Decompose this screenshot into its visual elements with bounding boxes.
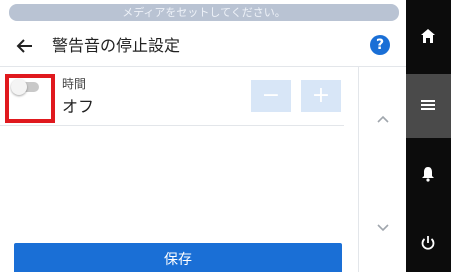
back-button[interactable] [14,35,36,57]
side-nav [406,0,451,272]
toggle-knob [11,79,27,95]
increment-button[interactable]: + [301,80,341,112]
scroll-up-button[interactable] [373,109,393,129]
setting-label: 時間 [62,77,87,91]
decrement-button[interactable]: − [251,80,291,112]
home-icon [421,29,435,43]
back-arrow-icon [16,39,32,53]
screen: メディアをセットしてください。 警告音の停止設定 ? 時間 オフ − + 保存 [0,0,451,272]
help-button[interactable]: ? [370,35,390,55]
header: 警告音の停止設定 ? [0,26,406,67]
media-notice: メディアをセットしてください。 [9,4,399,21]
scroll-column [358,67,407,272]
settings-content: 時間 オフ − + [0,67,358,237]
time-toggle[interactable] [11,79,41,95]
save-button[interactable]: 保存 [14,243,342,272]
nav-power[interactable] [406,212,451,272]
help-icon: ? [375,37,385,53]
setting-value: オフ [62,97,95,116]
nav-home[interactable] [406,5,451,69]
chevron-up-icon [377,115,389,123]
bell-icon [422,167,434,182]
time-setting-row: 時間 オフ − + [0,67,344,126]
nav-menu[interactable] [406,74,451,138]
scroll-down-button[interactable] [373,217,393,237]
power-icon [421,236,435,250]
menu-icon [421,100,435,110]
page-title: 警告音の停止設定 [52,36,181,55]
chevron-down-icon [377,224,389,232]
status-strip: メディアをセットしてください。 [0,0,406,26]
nav-notifications[interactable] [406,143,451,207]
